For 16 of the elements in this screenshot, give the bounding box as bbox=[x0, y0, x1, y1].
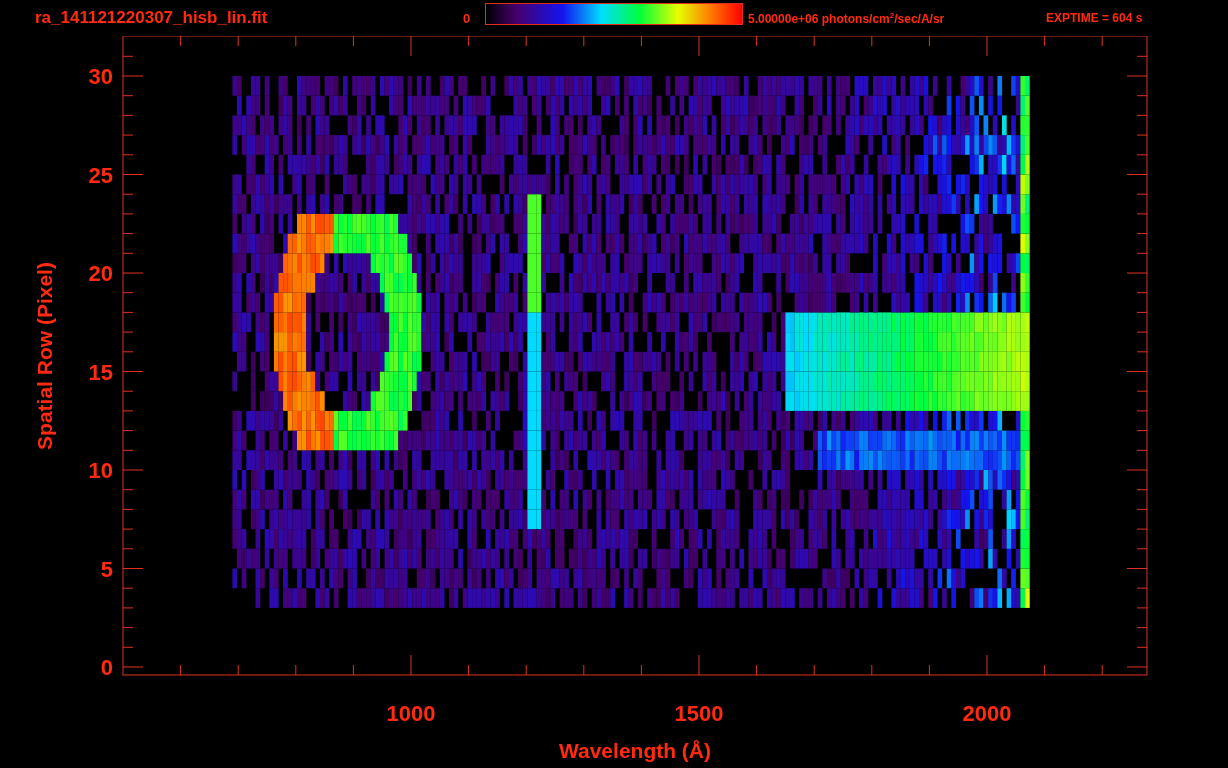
colorbar-min-label: 0 bbox=[463, 10, 472, 26]
file-title: ra_141121220307_hisb_lin.fit bbox=[35, 8, 269, 28]
y-tick-label: 20 bbox=[88, 261, 113, 286]
y-tick-label: 10 bbox=[88, 458, 113, 483]
y-tick-label: 25 bbox=[88, 162, 113, 188]
y-tick-label: 30 bbox=[88, 64, 113, 89]
exposure-time-label: EXPTIME = 604 s bbox=[1046, 11, 1143, 25]
colorbar-max-label: 5.00000e+06 photons/cm$^{2}$/sec/A/sr bbox=[748, 10, 946, 26]
x-axis-title: Wavelength (Å) bbox=[558, 739, 712, 762]
x-tick-label: 1000 bbox=[386, 701, 436, 726]
y-tick-label: 0 bbox=[100, 655, 113, 680]
x-tick-label: 2000 bbox=[962, 701, 1012, 726]
x-tick-label: 1500 bbox=[674, 701, 724, 726]
y-tick-label: 15 bbox=[88, 359, 113, 385]
y-axis-title: Spatial Row (Pixel) bbox=[33, 262, 56, 450]
y-tick-label: 5 bbox=[100, 556, 113, 582]
